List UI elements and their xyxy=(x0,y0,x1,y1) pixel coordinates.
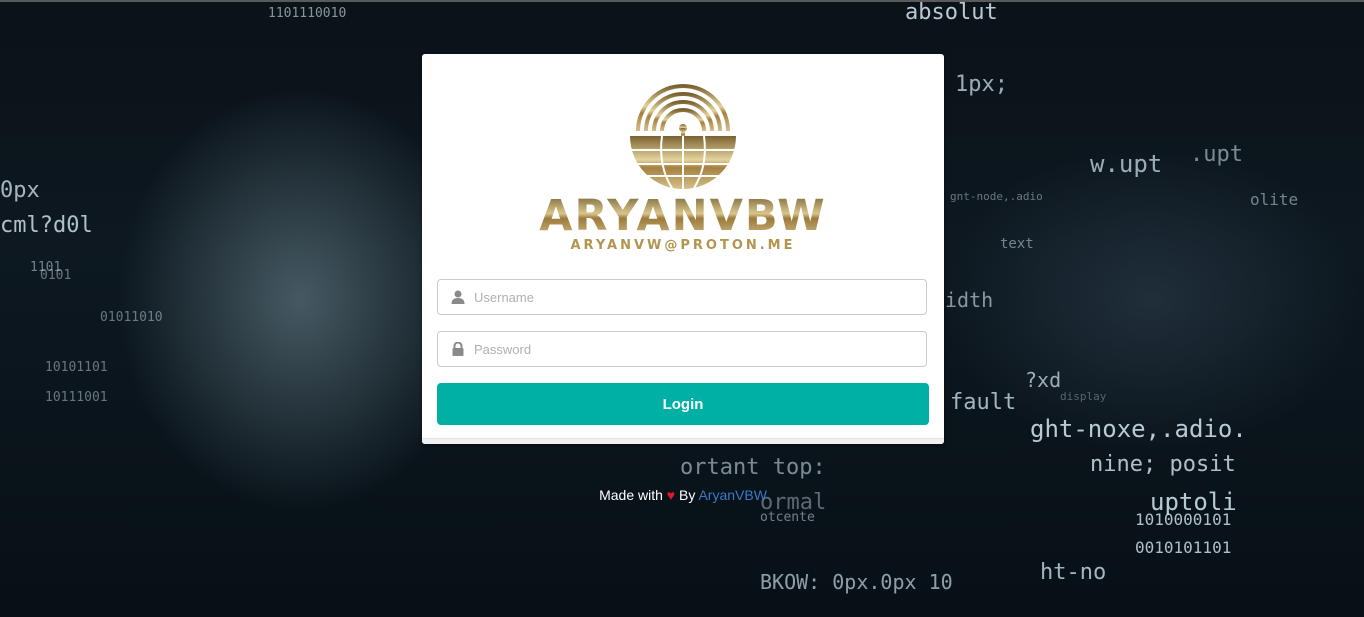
author-link[interactable]: AryanVBW xyxy=(698,487,766,503)
background-code-text: display xyxy=(1060,390,1107,403)
background-code-text: 1101110010 xyxy=(268,6,347,21)
background-code-text: text xyxy=(1000,236,1034,252)
background-code-text: 1px; xyxy=(955,72,1008,97)
card-footer-strip xyxy=(422,438,944,444)
background-code-text: gnt-node,.adio xyxy=(950,190,1043,203)
lock-icon xyxy=(452,342,464,356)
login-button[interactable]: Login xyxy=(437,383,929,425)
background-code-text: 10101101 xyxy=(45,360,108,375)
background-code-text: 0101 xyxy=(40,268,72,283)
background-code-text: nine; posit xyxy=(1090,452,1236,477)
background-code-text: ?xd xyxy=(1025,368,1062,392)
login-card: ARYANVBW ARYANVW@PROTON.ME Login xyxy=(422,54,944,444)
brand-email: ARYANVW@PROTON.ME xyxy=(570,238,796,253)
background-code-text: w.upt xyxy=(1090,150,1163,178)
background-code-text: 1010000101 xyxy=(1135,510,1232,529)
background-code-text: BKOW: 0px.0px 10 xyxy=(760,570,953,594)
background-code-text: ortant top: xyxy=(680,455,826,480)
background-code-text: 0010101101 xyxy=(1135,538,1232,557)
username-field[interactable] xyxy=(437,279,927,315)
by-text: By xyxy=(678,487,696,503)
background-code-text: ht-no xyxy=(1040,560,1107,585)
background-code-text: .upt xyxy=(1190,142,1243,167)
brand-name: ARYANVBW xyxy=(422,192,944,240)
username-input[interactable] xyxy=(474,280,918,314)
user-icon xyxy=(451,290,465,304)
password-field[interactable] xyxy=(437,331,927,367)
top-border xyxy=(0,0,1364,2)
background-code-text: idth xyxy=(945,288,994,312)
heart-icon: ♥ xyxy=(666,487,676,503)
background-code-text: absolut xyxy=(905,0,998,25)
background-code-text: 1101 xyxy=(30,260,62,275)
background-code-text: cml?d0l xyxy=(0,213,93,238)
background-code-text: olite xyxy=(1250,190,1299,209)
background-code-text: ght-noxe,.adio. xyxy=(1030,415,1247,443)
password-input[interactable] xyxy=(474,332,918,366)
background-code-text: 10111001 xyxy=(45,390,108,405)
background-code-text: 0px xyxy=(0,178,40,203)
background-code-text: fault xyxy=(950,390,1017,415)
credit-footer: Made with ♥ By AryanVBW xyxy=(422,487,944,503)
background-code-text: uptoli xyxy=(1150,488,1237,516)
made-with-text: Made with xyxy=(599,487,663,503)
background-code-text: otcente xyxy=(760,510,815,525)
background-code-text: 01011010 xyxy=(100,310,163,325)
